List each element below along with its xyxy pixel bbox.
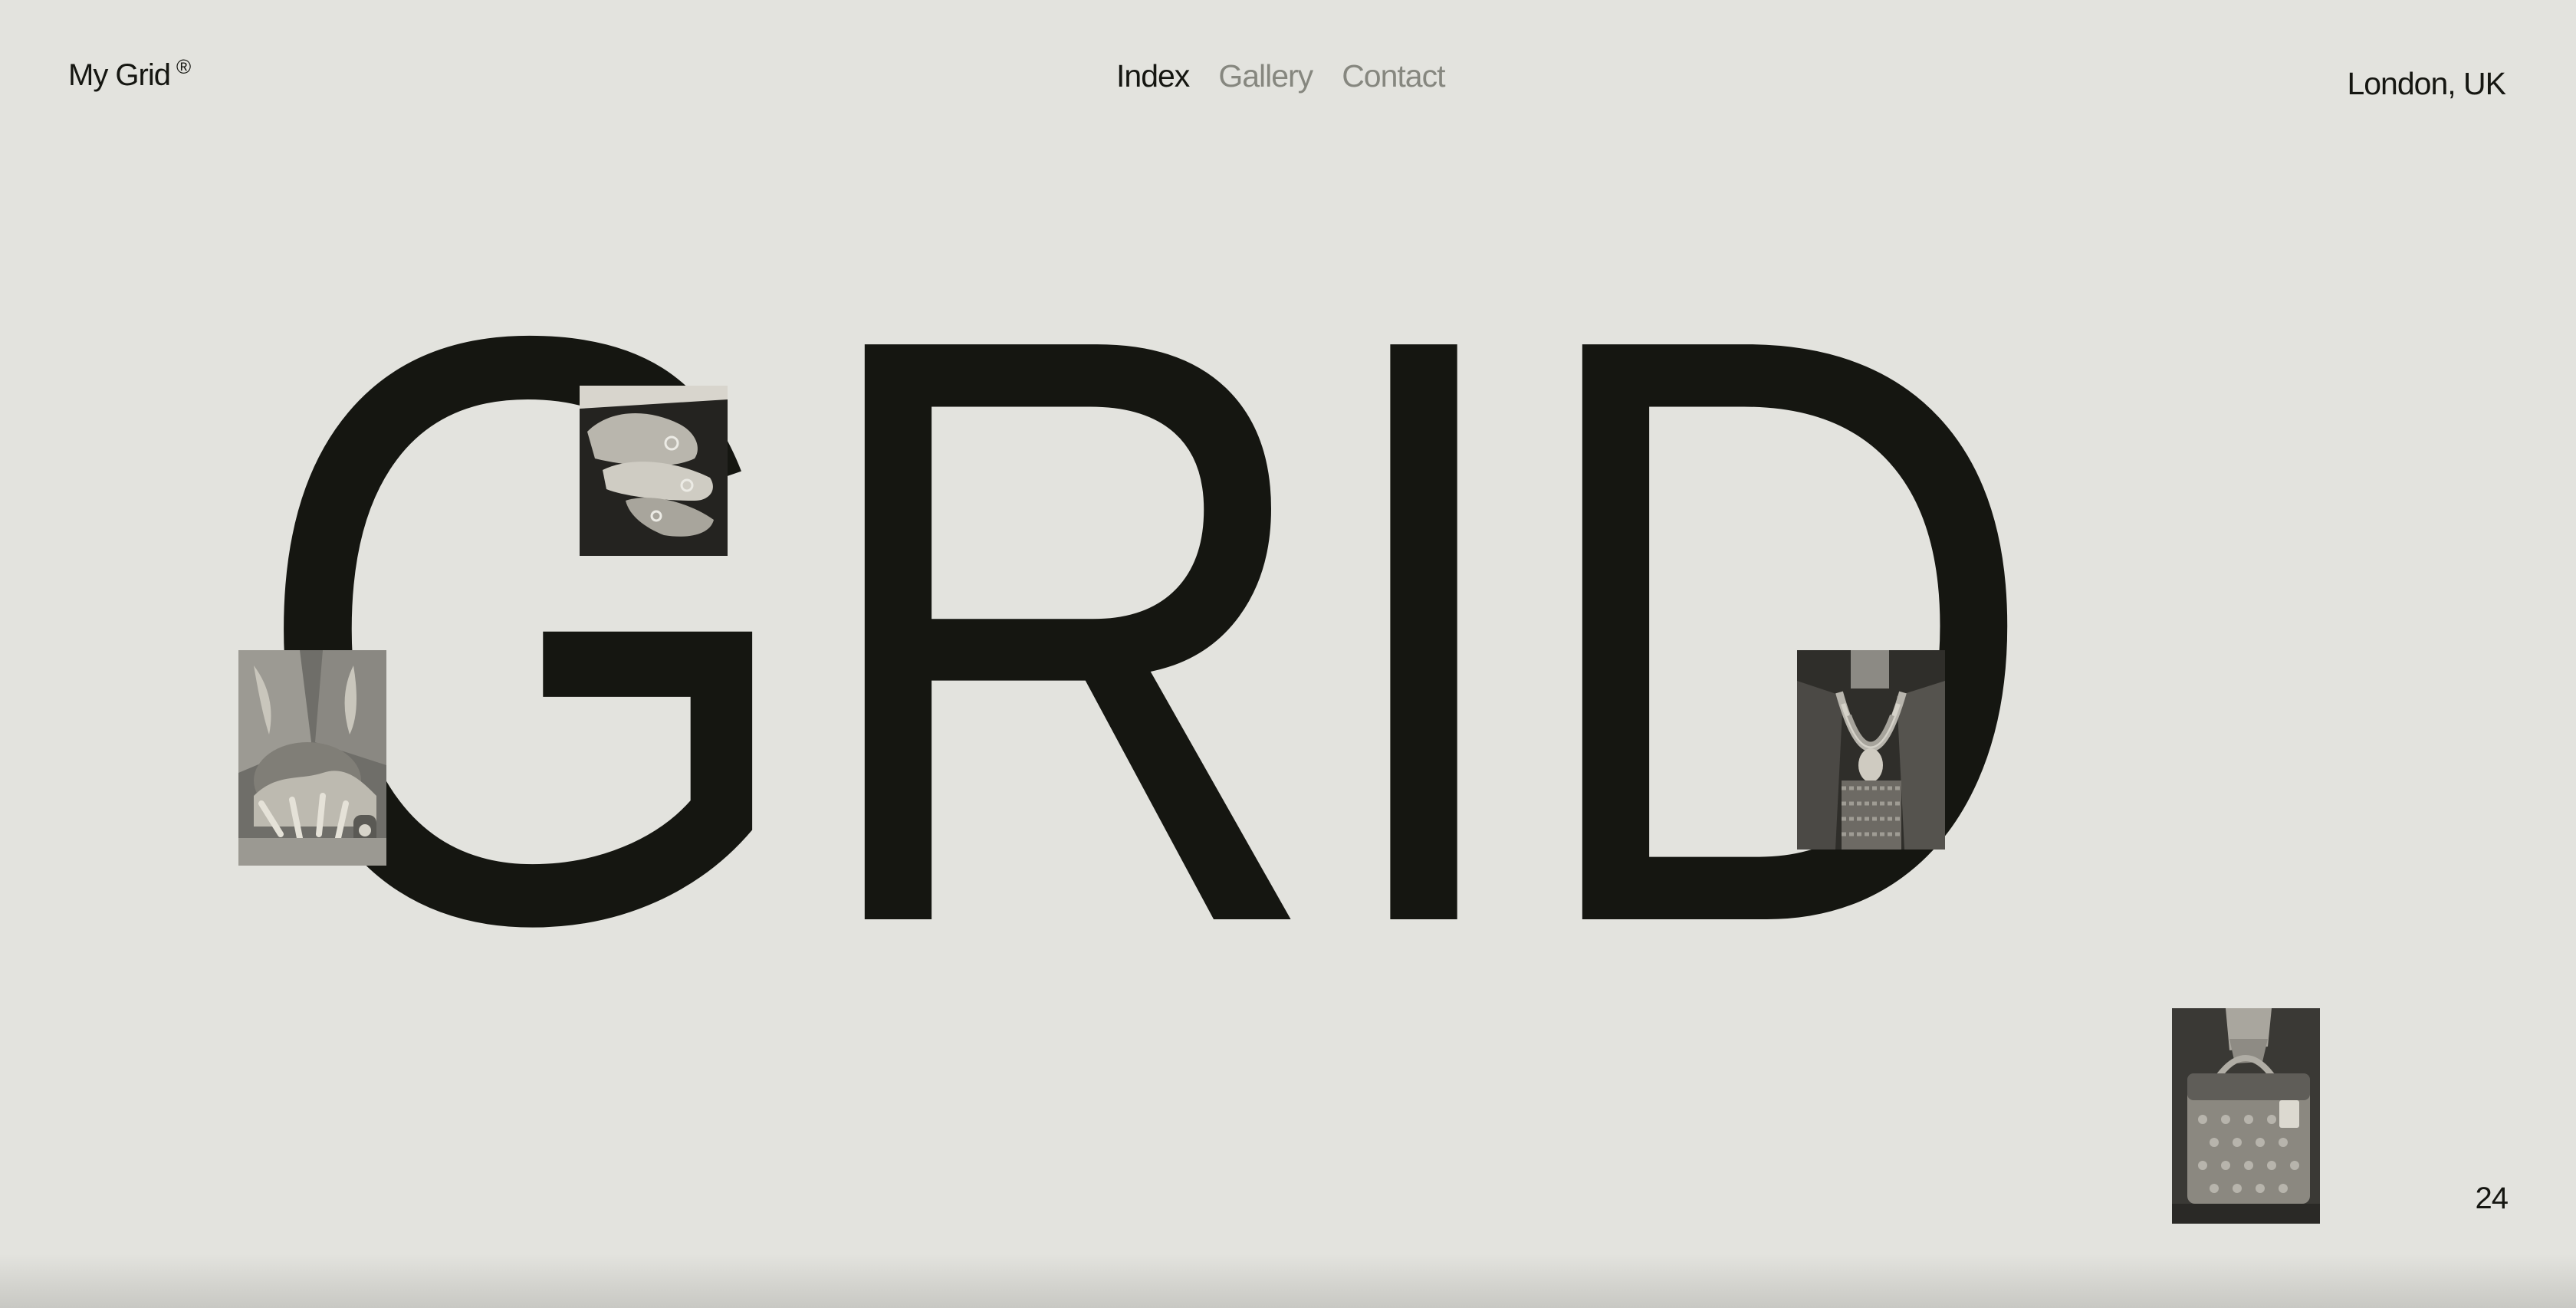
- necklace-photo-image: [1797, 650, 1945, 850]
- photo-beaded-necklace[interactable]: [1797, 650, 1945, 850]
- photo-hands-with-rings[interactable]: [580, 386, 728, 556]
- photo-monogram-handbag[interactable]: [2172, 1008, 2320, 1224]
- page: My Grid ® Index Gallery Contact London, U…: [0, 0, 2576, 1308]
- hero-word: GRID: [248, 163, 2042, 1096]
- jacket-photo-image: [238, 650, 386, 866]
- hands-photo-image: [580, 386, 728, 556]
- photo-embroidered-jacket[interactable]: [238, 650, 386, 866]
- handbag-photo-image: [2172, 1008, 2320, 1224]
- page-number: 24: [2475, 1181, 2509, 1215]
